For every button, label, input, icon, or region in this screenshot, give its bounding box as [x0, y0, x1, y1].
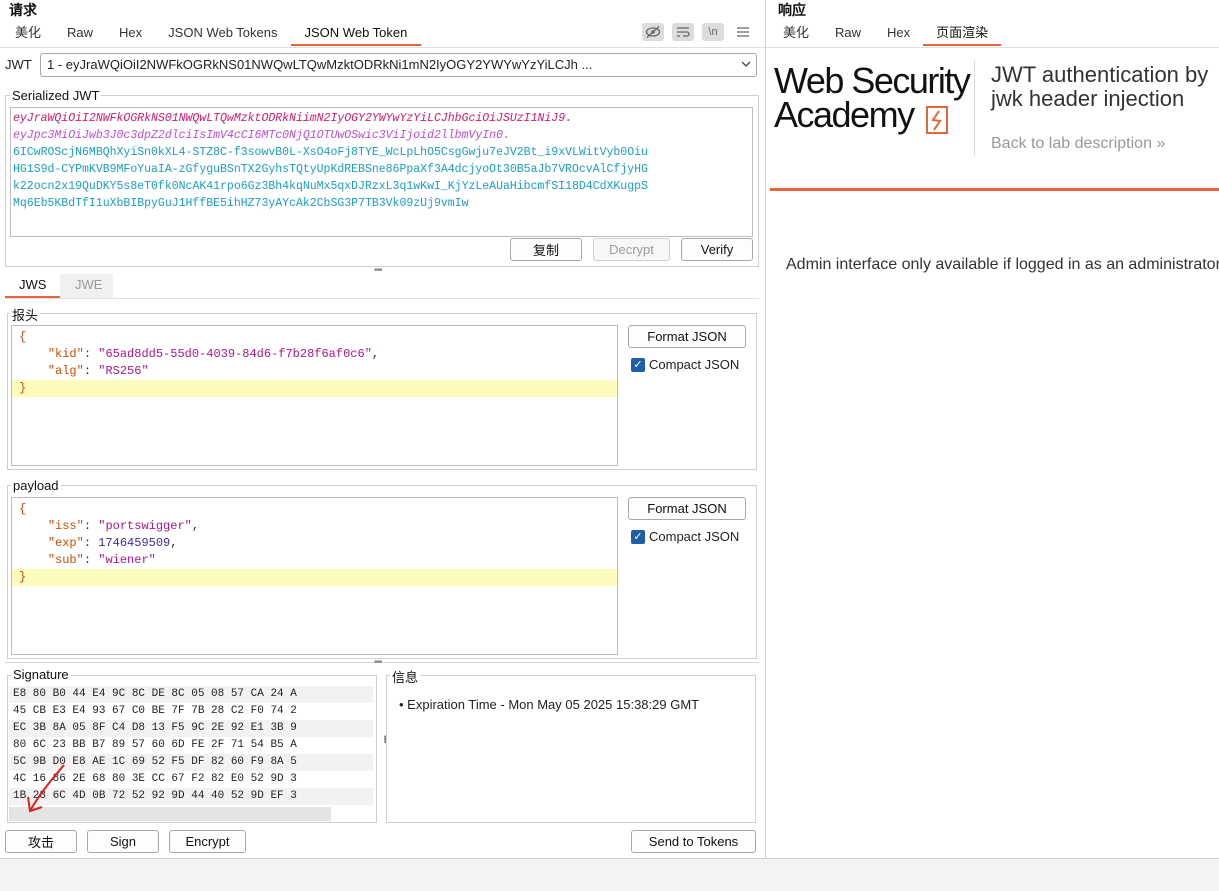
logo-line-1: Web Security	[774, 60, 971, 101]
open-brace: {	[19, 502, 27, 516]
format-json-button[interactable]: Format JSON	[628, 325, 746, 348]
close-brace: }	[12, 380, 617, 397]
header-vertical-divider	[974, 60, 975, 156]
jwt-label: JWT	[5, 57, 32, 72]
section-divider	[5, 662, 759, 663]
copy-button[interactable]: 复制	[510, 238, 582, 261]
serialized-jwt-textarea[interactable]: eyJraWQiOiI2NWFkOGRkNS01NWQwLTQwMzktODRk…	[10, 107, 753, 237]
tab-json-web-tokens[interactable]: JSON Web Tokens	[155, 22, 290, 46]
token-signature-line: HG1S9d-CYPmKVB9MFoYuaIA-zGfyguBSnTX2Gyhs…	[13, 163, 648, 176]
header-accent-bar	[770, 188, 1219, 191]
tab-raw[interactable]: Raw	[54, 22, 106, 46]
encrypt-button[interactable]: Encrypt	[169, 830, 246, 853]
admin-message: Admin interface only available if logged…	[786, 256, 1219, 273]
red-arrow-annotation-icon	[24, 763, 68, 815]
newline-icon[interactable]: \n	[702, 23, 724, 41]
token-signature-line: 6ICwROScjN6MBQhXyiSn0kXL4-STZ8C-f3sowvB0…	[13, 146, 648, 159]
tab-pretty[interactable]: 美化	[2, 22, 54, 46]
splitter-handle[interactable]: •••	[374, 657, 382, 668]
tab-hex[interactable]: Hex	[106, 22, 155, 46]
compact-json-checkbox[interactable]: ✓	[631, 358, 645, 372]
expiration-time-text: Expiration Time - Mon May 05 2025 15:38:…	[407, 697, 700, 712]
request-title: 请求	[9, 2, 37, 18]
open-brace: {	[19, 330, 27, 344]
menu-icon[interactable]	[736, 23, 750, 41]
response-title: 响应	[778, 2, 806, 18]
attack-button[interactable]: 攻击	[5, 830, 77, 853]
payload-exp-value: 1746459509	[98, 536, 171, 550]
jwt-select[interactable]: 1 - eyJraWQiOiI2NWFkOGRkNS01NWQwLTQwMzkt…	[40, 53, 757, 77]
header-json-editor[interactable]: { "kid": "65ad8dd5-55d0-4039-84d6-f7b28f…	[11, 325, 618, 466]
header-alg-line: "alg": "RS256"	[47, 364, 149, 378]
back-to-lab-link[interactable]: Back to lab description »	[991, 135, 1165, 153]
payload-exp-line: "exp": 1746459509,	[47, 536, 178, 550]
compact-json-label: Compact JSON	[649, 529, 740, 544]
jws-divider	[5, 298, 759, 299]
header-label: 报头	[10, 305, 41, 324]
header-kid-value: 65ad8dd5-55d0-4039-84d6-f7b28f6af0c6	[105, 347, 365, 361]
web-security-academy-logo[interactable]: Web Security Academy	[774, 60, 974, 144]
chevron-down-icon[interactable]	[740, 58, 752, 70]
verify-button[interactable]: Verify	[681, 238, 753, 261]
token-signature-line: k22ocn2x19QuDKY5s8eT0fk0NcAK41rpo6Gz3Bh4…	[13, 180, 648, 193]
token-header-segment: eyJraWQiOiI2NWFkOGRkNS01NWQwLTQwMzktODRk…	[13, 112, 572, 125]
bullet-icon: •	[399, 697, 408, 712]
info-label: 信息	[390, 667, 421, 686]
double-chevron-right-icon: »	[1156, 135, 1166, 152]
request-pane: 请求 美化 Raw Hex JSON Web Tokens JSON Web T…	[0, 0, 765, 858]
payload-label: payload	[11, 478, 61, 493]
close-brace: }	[12, 569, 617, 586]
hide-eye-icon[interactable]	[642, 23, 664, 41]
header-alg-value: RS256	[105, 364, 142, 378]
serialized-jwt-label: Serialized JWT	[10, 88, 102, 103]
tab-jwe[interactable]: JWE	[62, 274, 115, 298]
send-to-tokens-button[interactable]: Send to Tokens	[631, 830, 756, 853]
compact-json-checkbox[interactable]: ✓	[631, 530, 645, 544]
tabbar-divider	[0, 47, 765, 48]
tab-pretty[interactable]: 美化	[770, 22, 822, 46]
jwt-select-value: 1 - eyJraWQiOiI2NWFkOGRkNS01NWQwLTQwMzkt…	[47, 57, 593, 72]
decrypt-button[interactable]: Decrypt	[593, 238, 670, 261]
token-payload-segment: eyJpc3MiOiJwb3J0c3dpZ2dlciIsImV4cCI6MTc0…	[13, 129, 510, 142]
payload-sub-line: "sub": "wiener"	[47, 553, 156, 567]
hex-line: 45 CB E3 E4 93 67 C0 BE 7F 7B 28 C2 F0 7…	[13, 705, 297, 717]
signature-label: Signature	[11, 667, 71, 682]
payload-iss-line: "iss": "portswigger",	[47, 519, 200, 533]
payload-sub-value: wiener	[105, 553, 149, 567]
hex-line: 80 6C 23 BB B7 89 57 60 6D FE 2F 71 54 B…	[13, 739, 297, 751]
tab-json-web-token[interactable]: JSON Web Token	[290, 22, 422, 46]
info-item: • Expiration Time - Mon May 05 2025 15:3…	[399, 697, 699, 712]
response-tabbar: 美化 Raw Hex 页面渲染	[770, 22, 1002, 46]
tabbar-divider	[766, 47, 1219, 48]
tab-raw[interactable]: Raw	[822, 22, 874, 46]
wrap-lines-icon[interactable]	[672, 23, 694, 41]
format-json-button[interactable]: Format JSON	[628, 497, 746, 520]
sign-button[interactable]: Sign	[87, 830, 159, 853]
academy-flash-icon	[926, 106, 948, 134]
tab-hex[interactable]: Hex	[874, 22, 923, 46]
payload-json-editor[interactable]: { "iss": "portswigger", "exp": 174645950…	[11, 497, 618, 655]
hex-line: EC 3B 8A 05 8F C4 D8 13 F5 9C 2E 92 E1 3…	[9, 720, 373, 737]
lab-title: JWT authentication by jwk header injecti…	[991, 62, 1209, 111]
header-kid-line: "kid": "65ad8dd5-55d0-4039-84d6-f7b28f6a…	[47, 347, 380, 361]
payload-iss-value: portswigger	[105, 519, 185, 533]
compact-json-label: Compact JSON	[649, 357, 740, 372]
tab-jws[interactable]: JWS	[5, 274, 61, 298]
request-tabbar: 美化 Raw Hex JSON Web Tokens JSON Web Toke…	[2, 22, 422, 46]
status-bar	[0, 858, 1219, 891]
tab-render[interactable]: 页面渲染	[923, 22, 1002, 46]
splitter-handle[interactable]: •••	[374, 265, 382, 276]
response-pane: 响应 美化 Raw Hex 页面渲染 Web Security Academy …	[766, 0, 1219, 858]
hex-line: E8 80 B0 44 E4 9C 8C DE 8C 05 08 57 CA 2…	[9, 686, 373, 703]
token-signature-line: Mq6Eb5KBdTfI1uXbBIBpyGuJ1HffBE5ihHZ73yAY…	[13, 197, 469, 210]
back-to-lab-text: Back to lab description	[991, 135, 1152, 152]
